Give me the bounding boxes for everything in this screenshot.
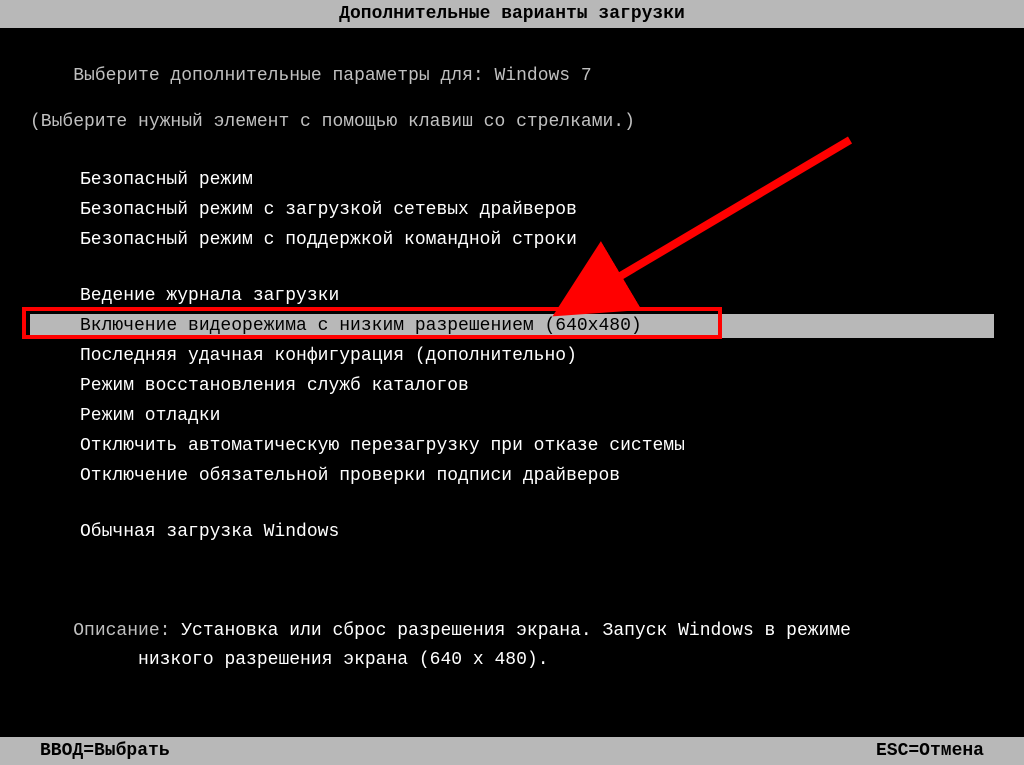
boot-option[interactable]: Отключение обязательной проверки подписи… bbox=[80, 464, 994, 488]
prompt-os: Windows 7 bbox=[495, 66, 592, 86]
boot-option[interactable]: Последняя удачная конфигурация (дополнит… bbox=[80, 344, 994, 368]
footer-bar: ВВОД=Выбрать ESC=Отмена bbox=[0, 737, 1024, 765]
description-label: Описание: bbox=[73, 621, 181, 641]
prompt-prefix: Выберите дополнительные параметры для: bbox=[73, 66, 494, 86]
boot-option[interactable]: Безопасный режим bbox=[80, 168, 994, 192]
content-area: Выберите дополнительные параметры для: W… bbox=[0, 28, 1024, 703]
boot-option[interactable]: Ведение журнала загрузки bbox=[80, 284, 994, 308]
boot-option[interactable]: Включение видеорежима с низким разрешени… bbox=[30, 314, 994, 338]
prompt-line-1: Выберите дополнительные параметры для: W… bbox=[30, 46, 994, 106]
menu-spacer bbox=[80, 258, 994, 284]
footer-enter-hint: ВВОД=Выбрать bbox=[40, 741, 170, 761]
title-text: Дополнительные варианты загрузки bbox=[339, 4, 685, 24]
description-block: Описание: Установка или сброс разрешения… bbox=[30, 588, 994, 703]
prompt-line-2: (Выберите нужный элемент с помощью клави… bbox=[30, 112, 994, 132]
boot-menu: Безопасный режим Безопасный режим с загру… bbox=[80, 168, 994, 544]
title-bar: Дополнительные варианты загрузки bbox=[0, 0, 1024, 28]
boot-option[interactable]: Безопасный режим с поддержкой командной … bbox=[80, 228, 994, 252]
menu-spacer bbox=[80, 494, 994, 520]
footer-esc-hint: ESC=Отмена bbox=[876, 741, 984, 761]
boot-option[interactable]: Режим восстановления служб каталогов bbox=[80, 374, 994, 398]
boot-option[interactable]: Обычная загрузка Windows bbox=[80, 520, 994, 544]
boot-option[interactable]: Отключить автоматическую перезагрузку пр… bbox=[80, 434, 994, 458]
boot-option[interactable]: Безопасный режим с загрузкой сетевых дра… bbox=[80, 198, 994, 222]
boot-option[interactable]: Режим отладки bbox=[80, 404, 994, 428]
